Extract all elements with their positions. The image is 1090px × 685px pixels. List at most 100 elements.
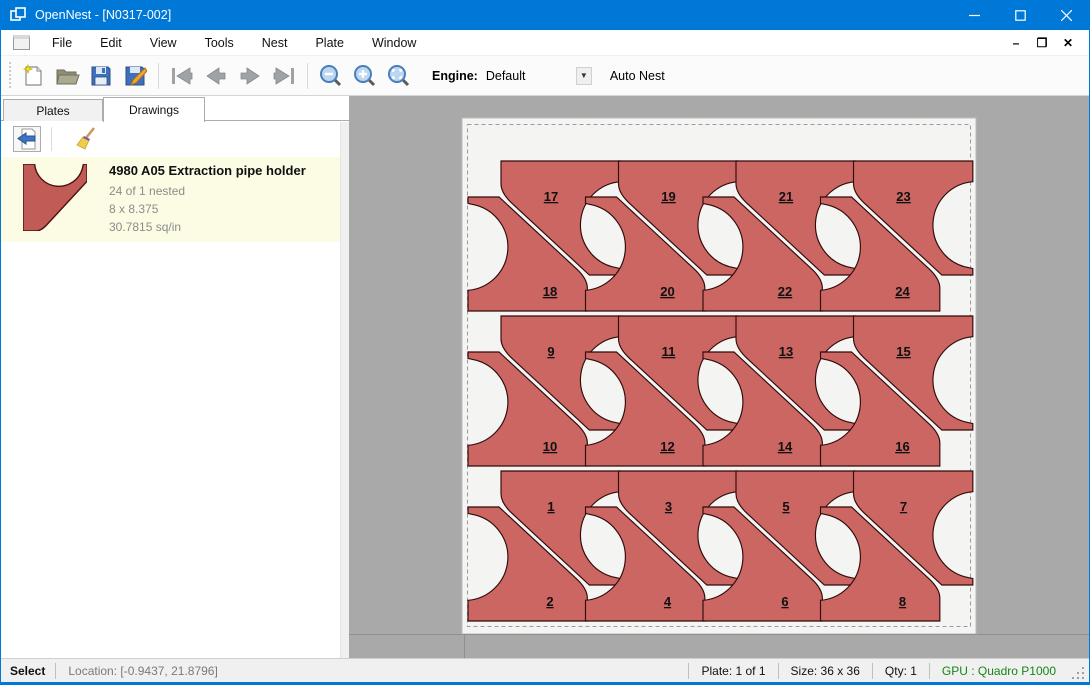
mdi-document-icon[interactable] <box>13 35 30 50</box>
drawing-area: 30.7815 sq/in <box>109 218 306 236</box>
last-plate-button[interactable] <box>267 61 301 91</box>
engine-dropdown-arrow[interactable]: ▼ <box>576 67 592 85</box>
first-plate-button[interactable] <box>165 61 199 91</box>
part-number-label: 10 <box>543 439 557 454</box>
part-number-label: 11 <box>662 344 676 359</box>
import-drawing-button[interactable] <box>13 126 41 152</box>
part-number-label: 3 <box>665 499 672 514</box>
part-number-label: 15 <box>896 344 910 359</box>
clear-drawings-button[interactable] <box>72 126 100 152</box>
mdi-minimize-button[interactable]: – <box>1005 36 1027 50</box>
drawing-size: 8 x 8.375 <box>109 200 306 218</box>
menu-plate[interactable]: Plate <box>301 32 358 54</box>
menu-view[interactable]: View <box>136 32 191 54</box>
tab-drawings[interactable]: Drawings <box>103 97 205 122</box>
nest-canvas[interactable]: 171819202122232491011121314151612345678 <box>349 96 1090 658</box>
mdi-close-button[interactable]: ✕ <box>1057 36 1079 50</box>
part-number-label: 13 <box>779 344 793 359</box>
import-arrow-icon <box>16 128 38 150</box>
menu-edit[interactable]: Edit <box>86 32 136 54</box>
minimize-icon <box>969 10 980 21</box>
status-plate: Plate: 1 of 1 <box>689 664 777 678</box>
engine-select[interactable]: Default <box>486 69 574 83</box>
part-number-label: 17 <box>544 189 558 204</box>
engine-label: Engine: <box>432 69 478 83</box>
part-number-label: 18 <box>543 284 557 299</box>
drawing-title: 4980 A05 Extraction pipe holder <box>109 163 306 178</box>
part-number-label: 20 <box>660 284 674 299</box>
close-icon <box>1061 10 1072 21</box>
sidebar-panel: Plates Drawings <box>1 96 349 658</box>
next-plate-button[interactable] <box>233 61 267 91</box>
new-drawing-button[interactable] <box>16 61 50 91</box>
status-gpu: GPU : Quadro P1000 <box>930 664 1068 678</box>
window-title: OpenNest - [N0317-002] <box>35 8 951 22</box>
nest-plate-view[interactable]: 171819202122232491011121314151612345678 <box>349 96 1090 658</box>
sidebar-scrollbar[interactable] <box>340 122 349 658</box>
status-bar: Select Location: [-0.9437, 21.8796] Plat… <box>1 658 1089 682</box>
open-button[interactable] <box>50 61 84 91</box>
sidebar-tabstrip: Plates Drawings <box>1 96 349 121</box>
new-document-icon <box>21 64 45 88</box>
previous-arrow-icon <box>203 65 229 87</box>
zoom-out-icon <box>319 64 343 88</box>
zoom-in-button[interactable] <box>348 61 382 91</box>
part-number-label: 22 <box>778 284 792 299</box>
part-number-label: 5 <box>782 499 789 514</box>
maximize-button[interactable] <box>997 0 1043 30</box>
last-arrow-icon <box>271 65 297 87</box>
main-toolbar: Engine: Default ▼ Auto Nest <box>1 56 1089 96</box>
tab-plates[interactable]: Plates <box>3 99 103 121</box>
part-number-label: 6 <box>781 594 788 609</box>
mdi-restore-button[interactable]: ❐ <box>1031 36 1053 50</box>
save-button[interactable] <box>84 61 118 91</box>
resize-grip[interactable] <box>1072 667 1086 681</box>
title-bar[interactable]: OpenNest - [N0317-002] <box>1 0 1089 30</box>
menu-nest[interactable]: Nest <box>248 32 302 54</box>
close-button[interactable] <box>1043 0 1089 30</box>
menu-file[interactable]: File <box>38 32 86 54</box>
auto-nest-button[interactable]: Auto Nest <box>610 69 665 83</box>
part-number-label: 9 <box>547 344 554 359</box>
minimize-button[interactable] <box>951 0 997 30</box>
part-number-label: 2 <box>546 594 553 609</box>
status-location: Location: [-0.9437, 21.8796] <box>56 664 229 678</box>
part-number-label: 23 <box>896 189 910 204</box>
status-qty: Qty: 1 <box>873 664 929 678</box>
app-window: OpenNest - [N0317-002] File Edit View To… <box>0 0 1090 685</box>
part-number-label: 24 <box>895 284 910 299</box>
broom-icon <box>75 127 97 151</box>
menu-bar: File Edit View Tools Nest Plate Window –… <box>1 30 1089 56</box>
zoom-out-button[interactable] <box>314 61 348 91</box>
part-number-label: 19 <box>661 189 675 204</box>
maximize-icon <box>1015 10 1026 21</box>
drawings-toolbar <box>1 122 349 156</box>
open-folder-icon <box>54 64 80 88</box>
drawing-list-item[interactable]: 4980 A05 Extraction pipe holder 24 of 1 … <box>1 157 340 242</box>
save-edit-icon <box>123 64 147 88</box>
status-mode: Select <box>1 664 55 678</box>
previous-plate-button[interactable] <box>199 61 233 91</box>
part-number-label: 14 <box>778 439 793 454</box>
part-number-label: 8 <box>899 594 906 609</box>
menu-window[interactable]: Window <box>358 32 430 54</box>
save-as-button[interactable] <box>118 61 152 91</box>
part-number-label: 7 <box>900 499 907 514</box>
part-number-label: 12 <box>660 439 674 454</box>
subtoolbar-separator <box>51 127 52 151</box>
toolbar-separator <box>158 63 159 89</box>
zoom-fit-button[interactable] <box>382 61 416 91</box>
toolbar-drag-handle[interactable] <box>7 62 12 90</box>
toolbar-separator <box>307 63 308 89</box>
part-thumbnail <box>23 164 87 231</box>
next-arrow-icon <box>237 65 263 87</box>
save-floppy-icon <box>89 64 113 88</box>
drawing-nested-count: 24 of 1 nested <box>109 182 306 200</box>
status-size: Size: 36 x 36 <box>779 664 872 678</box>
zoom-in-icon <box>353 64 377 88</box>
part-number-label: 21 <box>779 189 793 204</box>
part-number-label: 4 <box>664 594 672 609</box>
part-number-label: 1 <box>547 499 554 514</box>
part-number-label: 16 <box>895 439 909 454</box>
menu-tools[interactable]: Tools <box>191 32 248 54</box>
